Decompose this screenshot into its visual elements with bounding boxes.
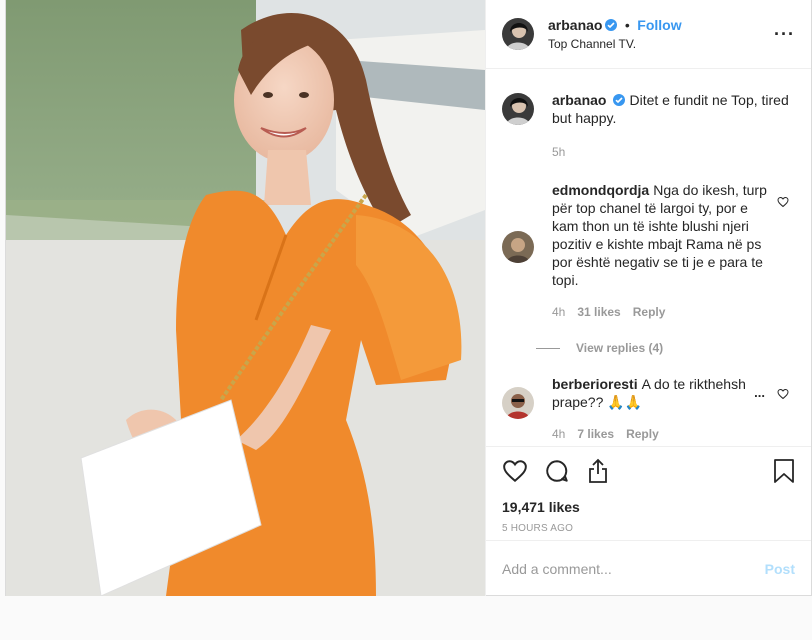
- heart-icon[interactable]: [777, 387, 789, 405]
- verified-badge-icon: [605, 18, 618, 31]
- heart-icon[interactable]: [502, 458, 528, 489]
- post-image: [6, 0, 485, 596]
- bookmark-icon[interactable]: [773, 458, 795, 489]
- comment-meta: 4h 31 likes Reply: [552, 303, 774, 321]
- caption-username[interactable]: arbanao: [552, 92, 606, 108]
- comment-body: berberioresti A do te rikthehsh prape?? 🙏…: [552, 375, 774, 443]
- avatar[interactable]: [502, 93, 534, 125]
- share-icon[interactable]: [586, 458, 610, 489]
- comment-icon[interactable]: [544, 458, 570, 489]
- comment-item: berberioresti A do te rikthehsh prape?? 🙏…: [502, 375, 795, 443]
- post-header: arbanao • Follow Top Channel TV. ···: [486, 0, 811, 69]
- caption-meta: 5h: [552, 143, 795, 161]
- comment-more-icon[interactable]: ...: [754, 385, 765, 400]
- separator-dot: •: [624, 16, 630, 33]
- reply-button[interactable]: Reply: [633, 303, 666, 321]
- like-count[interactable]: 19,471 likes: [502, 499, 795, 515]
- reply-button[interactable]: Reply: [626, 425, 659, 443]
- follow-button[interactable]: Follow: [637, 17, 681, 33]
- divider: [536, 347, 560, 349]
- location-link[interactable]: Top Channel TV.: [548, 35, 774, 53]
- header-text: arbanao • Follow Top Channel TV.: [548, 16, 774, 53]
- avatar[interactable]: [502, 231, 534, 263]
- comment-body: edmondqordja Nga do ikesh, turp për top c…: [552, 181, 774, 321]
- caption-time[interactable]: 5h: [552, 143, 565, 161]
- comment-username[interactable]: berberioresti: [552, 376, 638, 392]
- avatar[interactable]: [502, 387, 534, 419]
- post-sidebar: arbanao • Follow Top Channel TV. ··· arb…: [485, 0, 811, 596]
- caption: arbanao Ditet e fundit ne Top, tired but …: [502, 91, 795, 161]
- comment-meta: 4h 7 likes Reply: [552, 425, 774, 443]
- view-replies-button[interactable]: View replies (4): [536, 341, 795, 355]
- caption-body: arbanao Ditet e fundit ne Top, tired but …: [552, 91, 795, 161]
- avatar[interactable]: [502, 18, 534, 50]
- more-options-icon[interactable]: ···: [774, 24, 795, 45]
- comment-likes[interactable]: 7 likes: [577, 425, 614, 443]
- heart-icon[interactable]: [777, 195, 789, 213]
- post-actions: 19,471 likes 5 HOURS AGO: [486, 446, 811, 534]
- comments-list[interactable]: arbanao Ditet e fundit ne Top, tired but …: [486, 69, 811, 446]
- instagram-post: arbanao • Follow Top Channel TV. ··· arb…: [5, 0, 812, 596]
- username[interactable]: arbanao: [548, 17, 602, 33]
- add-comment-bar: Post: [486, 540, 811, 596]
- post-timestamp[interactable]: 5 HOURS AGO: [502, 523, 795, 534]
- verified-badge-icon: [613, 94, 626, 106]
- post-button[interactable]: Post: [765, 561, 795, 577]
- comment-time[interactable]: 4h: [552, 425, 565, 443]
- comment-input[interactable]: [502, 560, 765, 577]
- post-photo[interactable]: [6, 0, 485, 596]
- comment-time[interactable]: 4h: [552, 303, 565, 321]
- view-replies-label: View replies (4): [576, 341, 664, 355]
- comment-username[interactable]: edmondqordja: [552, 182, 649, 198]
- action-icons: [502, 457, 795, 489]
- comment-likes[interactable]: 31 likes: [577, 303, 620, 321]
- comment-item: edmondqordja Nga do ikesh, turp për top c…: [502, 181, 795, 321]
